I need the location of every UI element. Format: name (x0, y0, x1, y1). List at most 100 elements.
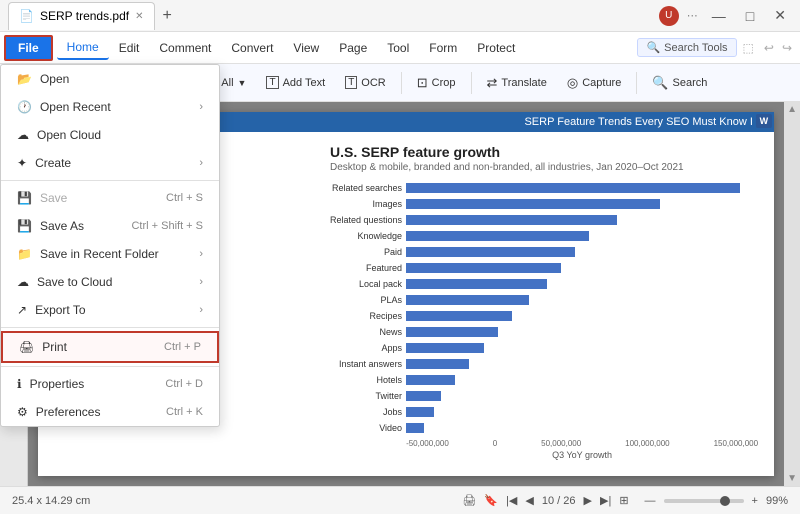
page-next-button[interactable]: ▶ (584, 494, 592, 507)
menu-tool[interactable]: Tool (377, 37, 419, 59)
menu-view[interactable]: View (283, 37, 329, 59)
preferences-shortcut: Ctrl + K (166, 406, 203, 418)
tab-close-button[interactable]: ✕ (135, 11, 143, 22)
close-button[interactable]: ✕ (768, 5, 792, 26)
save-recent-label: Save in Recent Folder (40, 247, 159, 261)
add-text-icon: T (266, 76, 278, 89)
open-label: Open (40, 72, 69, 86)
zoom-out-button[interactable]: — (645, 495, 656, 507)
translate-label: Translate (501, 77, 546, 89)
titlebar-right: U ⋯ — □ ✕ (659, 5, 792, 26)
translate-button[interactable]: ⇄ Translate (478, 70, 556, 96)
translate-icon: ⇄ (487, 75, 498, 91)
bar-11 (406, 359, 469, 369)
fit-page-button[interactable]: ⊞ (619, 494, 628, 507)
toolbar-icon3[interactable]: ↪ (778, 41, 796, 55)
bookmark-icon[interactable]: 🔖 (484, 494, 498, 507)
ocr-label: OCR (361, 77, 385, 89)
separator4 (636, 72, 637, 94)
separator-1 (1, 180, 219, 181)
menu-page[interactable]: Page (329, 37, 377, 59)
maximize-button[interactable]: □ (740, 6, 760, 26)
next-page-button[interactable]: ▶| (600, 494, 611, 507)
dropdown-preferences[interactable]: ⚙Preferences Ctrl + K (1, 398, 219, 426)
chart-container: Related searches Images Related question… (330, 181, 758, 460)
dropdown-save-as[interactable]: 💾Save As Ctrl + Shift + S (1, 212, 219, 240)
page-prev-button[interactable]: ◀ (525, 494, 533, 507)
export-label: Export To (35, 303, 85, 317)
dropdown-properties[interactable]: ℹProperties Ctrl + D (1, 370, 219, 398)
print-status-icon[interactable]: 🖨 (462, 494, 476, 507)
scroll-up-button[interactable]: ▲ (787, 104, 797, 115)
dropdown-create[interactable]: ✦Create › (1, 149, 219, 177)
bar-row-9 (406, 325, 758, 339)
dropdown-export[interactable]: ↗Export To › (1, 296, 219, 324)
dropdown-save-cloud[interactable]: ☁Save to Cloud › (1, 268, 219, 296)
chart-x-axis: -50,000,000 0 50,000,000 100,000,000 150… (406, 439, 758, 448)
dropdown-open-recent[interactable]: 🕐Open Recent › (1, 93, 219, 121)
dropdown-open-cloud[interactable]: ☁Open Cloud (1, 121, 219, 149)
page-info: 10 / 26 (542, 495, 576, 507)
dropdown-open[interactable]: 📂 Open (1, 65, 219, 93)
bar-14 (406, 407, 434, 417)
dropdown-save[interactable]: 💾Save Ctrl + S (1, 184, 219, 212)
save-recent-arrow: › (199, 248, 203, 260)
menu-protect[interactable]: Protect (467, 37, 525, 59)
menu-home[interactable]: Home (57, 36, 109, 60)
chart-labels: Related searches Images Related question… (330, 181, 402, 460)
edit-dropdown-icon: ▼ (238, 78, 247, 88)
label-8: Recipes (330, 309, 402, 323)
bar-4 (406, 247, 575, 257)
ocr-button[interactable]: T OCR (336, 71, 395, 94)
label-10: Apps (330, 341, 402, 355)
bar-13 (406, 391, 441, 401)
new-tab-button[interactable]: + (163, 7, 172, 25)
open-cloud-label: Open Cloud (37, 128, 101, 142)
bar-6 (406, 279, 547, 289)
capture-button[interactable]: ◎ Capture (558, 70, 630, 96)
file-menu[interactable]: File (4, 35, 53, 61)
bar-1 (406, 199, 659, 209)
separator3 (471, 72, 472, 94)
label-1: Images (330, 197, 402, 211)
menu-dots[interactable]: ⋯ (687, 9, 698, 22)
menu-comment[interactable]: Comment (149, 37, 221, 59)
zoom-control (664, 499, 744, 503)
open-recent-label: Open Recent (40, 100, 111, 114)
label-15: Video (330, 421, 402, 435)
minimize-button[interactable]: — (706, 6, 732, 26)
document-tab[interactable]: 📄 SERP trends.pdf ✕ (8, 2, 155, 30)
toolbar-icon1[interactable]: ⬚ (737, 41, 760, 55)
word-badge: W (756, 114, 773, 128)
right-scrollbar[interactable]: ▲ ▼ (784, 102, 800, 486)
create-label: Create (35, 156, 71, 170)
dimensions-label: 25.4 x 14.29 cm (12, 495, 90, 507)
label-11: Instant answers (330, 357, 402, 371)
search-button[interactable]: 🔍 Search (643, 70, 716, 96)
save-as-label: Save As (40, 219, 84, 233)
zoom-slider[interactable] (664, 499, 744, 503)
menu-convert[interactable]: Convert (221, 37, 283, 59)
menu-edit[interactable]: Edit (109, 37, 150, 59)
prev-page-button[interactable]: |◀ (506, 494, 517, 507)
menu-form[interactable]: Form (419, 37, 467, 59)
search-tools[interactable]: 🔍 Search Tools (637, 38, 736, 57)
ocr-icon: T (345, 76, 357, 89)
crop-button[interactable]: ⊡ Crop (408, 70, 465, 96)
scroll-down-button[interactable]: ▼ (787, 473, 797, 484)
separator-2 (1, 327, 219, 328)
label-6: Local pack (330, 277, 402, 291)
bar-5 (406, 263, 561, 273)
pdf-header-text: SERP Feature Trends Every SEO Must Know … (524, 116, 762, 128)
dropdown-save-recent[interactable]: 📁 Save in Recent Folder › (1, 240, 219, 268)
tab-title: SERP trends.pdf (40, 9, 129, 23)
dropdown-print[interactable]: 🖨Print Ctrl + P (1, 331, 219, 363)
save-recent-icon: 📁 (17, 247, 32, 261)
toolbar-icon2[interactable]: ↩ (760, 41, 778, 55)
chart-bars (406, 181, 758, 435)
bar-row-11 (406, 357, 758, 371)
add-text-button[interactable]: T Add Text (257, 71, 334, 94)
bar-row-3 (406, 229, 758, 243)
zoom-in-button[interactable]: + (752, 495, 758, 507)
open-icon: 📂 (17, 72, 32, 86)
